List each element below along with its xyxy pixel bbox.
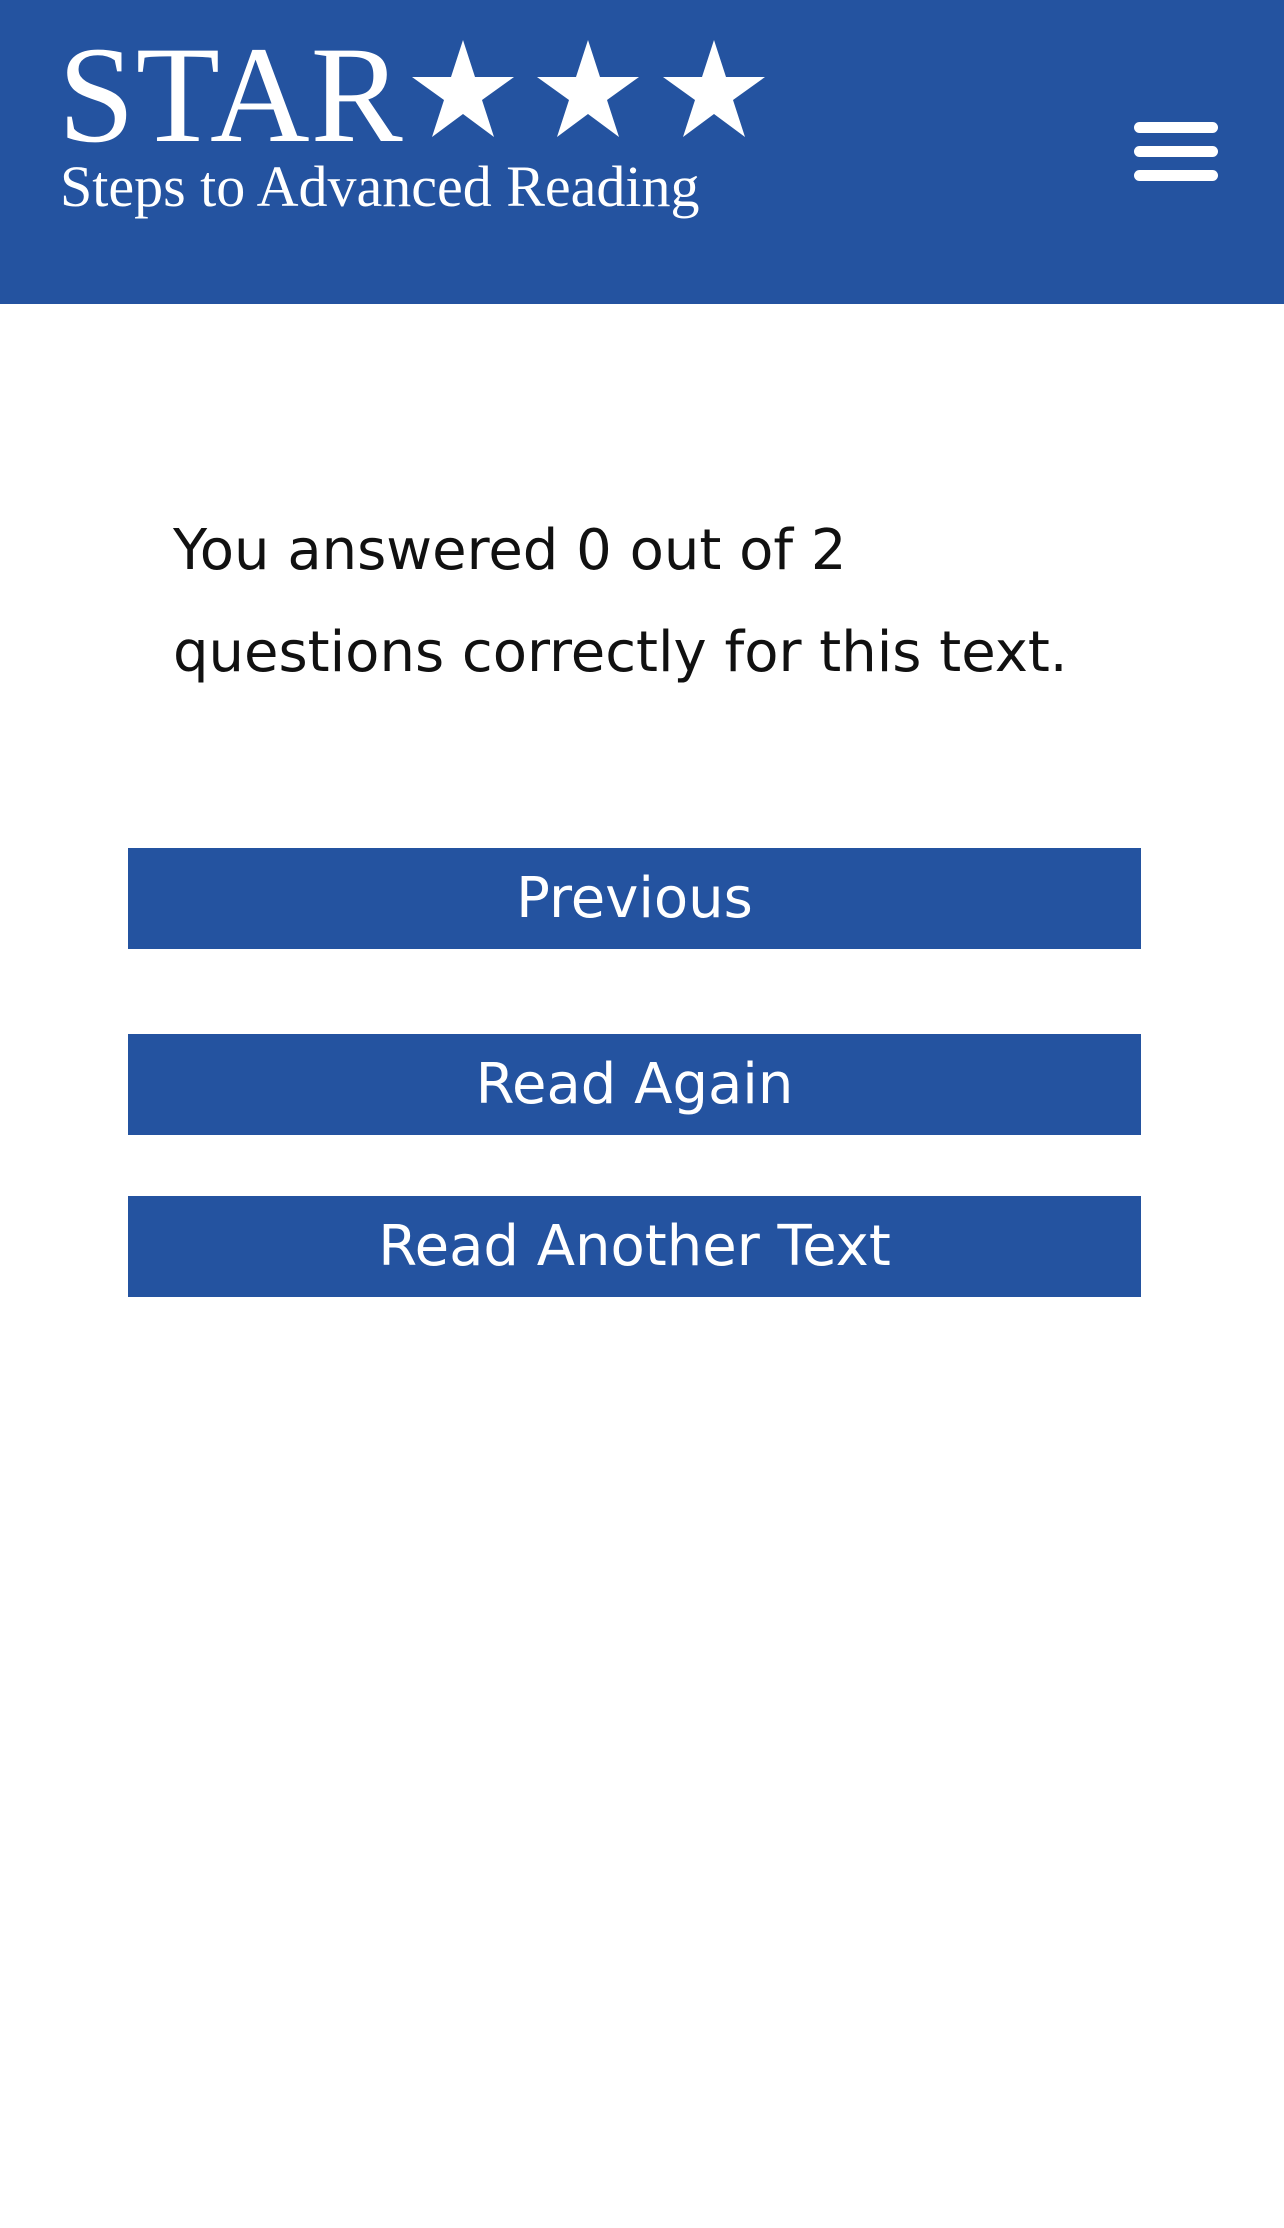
logo-stars-icon (412, 40, 765, 137)
hamburger-menu-icon[interactable] (1128, 116, 1224, 188)
logo-tagline: Steps to Advanced Reading (60, 154, 700, 219)
logo-star-icon (663, 40, 765, 137)
menu-bar (1134, 122, 1218, 133)
site-header: STAR Steps to Advanced Reading (0, 0, 1284, 304)
menu-bar (1134, 146, 1218, 157)
menu-bar (1134, 170, 1218, 181)
star-logo[interactable]: STAR Steps to Advanced Reading (58, 18, 778, 226)
previous-button[interactable]: Previous (128, 848, 1141, 949)
logo-star-icon (537, 40, 639, 137)
logo-star-icon (412, 40, 514, 137)
read-another-text-button[interactable]: Read Another Text (128, 1196, 1141, 1297)
read-again-button[interactable]: Read Again (128, 1034, 1141, 1135)
logo-wordmark: STAR (58, 18, 404, 171)
quiz-result-message: You answered 0 out of 2 questions correc… (173, 518, 1068, 685)
